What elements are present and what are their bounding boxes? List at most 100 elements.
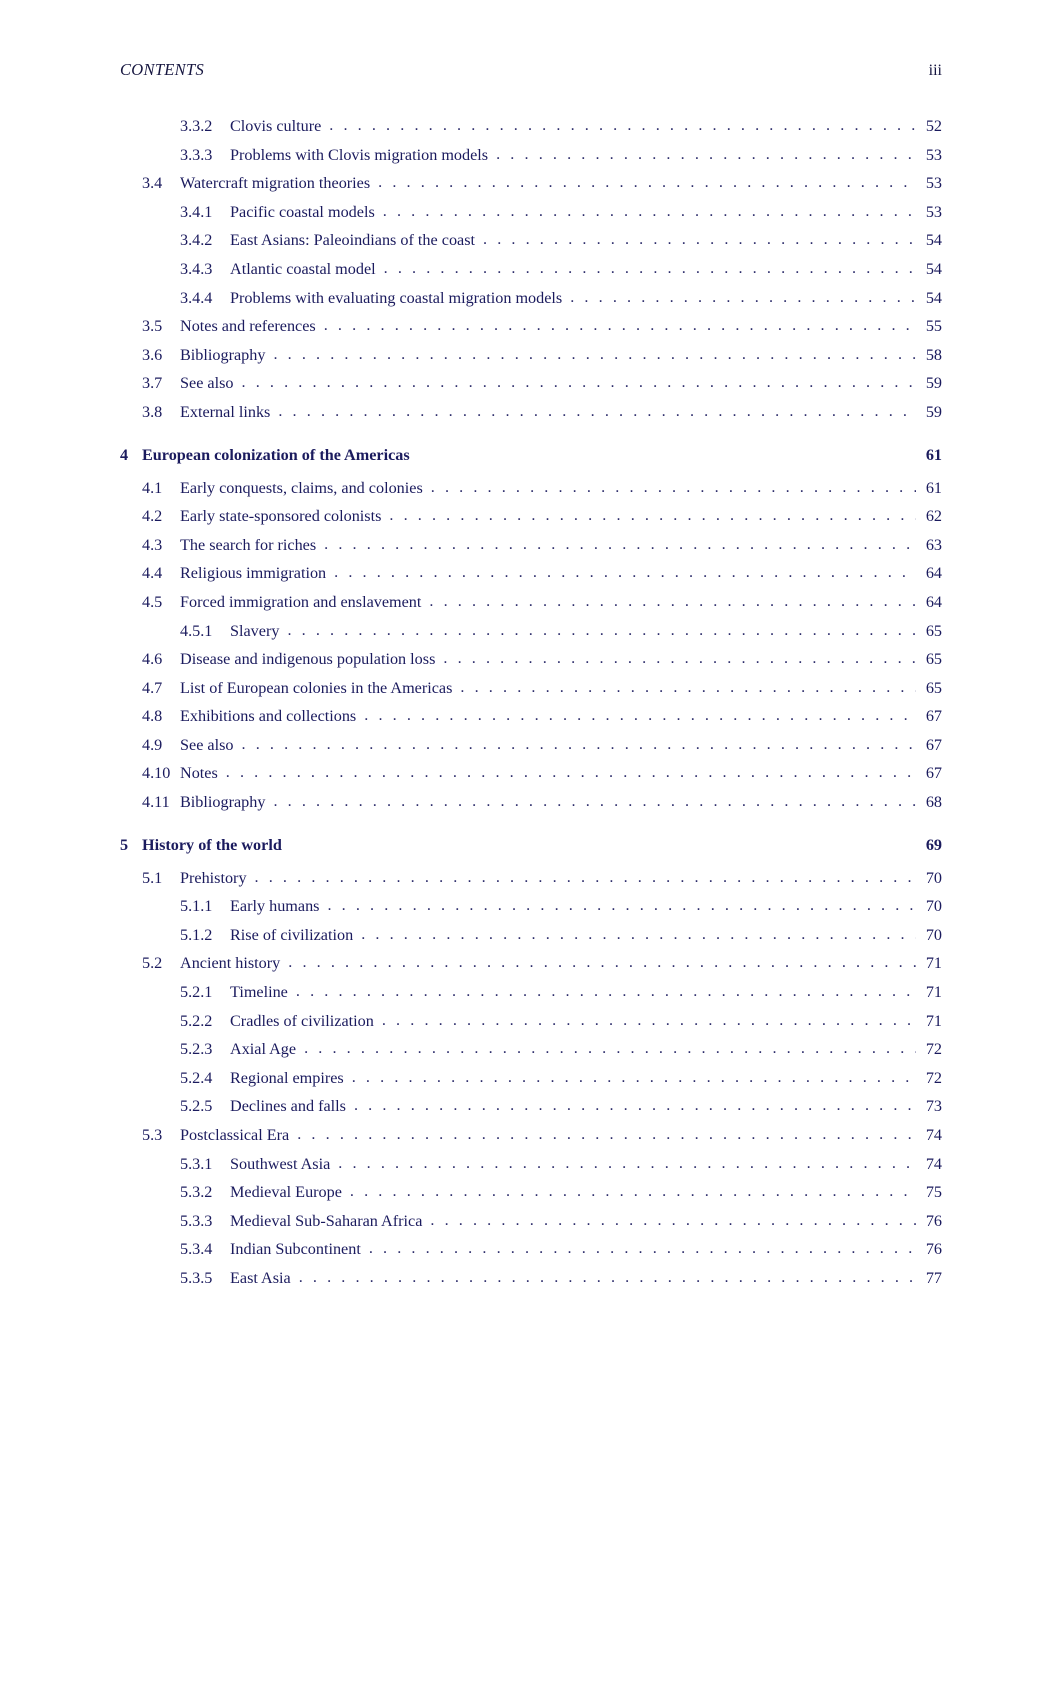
toc-dot-leader: . . . . . . . . . . . . . . . . . . . . … (254, 868, 916, 885)
toc-entry-number: 4.11 (142, 793, 170, 812)
toc-entry[interactable]: 3.4 Watercraft migration theories . . . . … (120, 174, 942, 204)
toc-dot-leader: . . . . . . . . . . . . . . . . . . . . … (382, 202, 916, 219)
toc-entry[interactable]: 3.4.4 Problems with evaluating coastal mi… (120, 288, 942, 319)
toc-entry[interactable]: 4.7 List of European colonies in the Amer… (120, 678, 942, 709)
toc-entry-number: 5.1 (142, 868, 163, 887)
toc-entry-page-number: 54 (925, 231, 942, 250)
toc-entry-page-number: 55 (925, 317, 942, 336)
toc-entry[interactable]: 5.2.4 Regional empires . . . . . . . . . .… (120, 1068, 942, 1099)
toc-entry[interactable]: 4.2 Early state-sponsored colonists . . . … (120, 507, 942, 537)
toc-entry-number: 3.4.3 (180, 259, 213, 278)
toc-entry-title: Religious immigration (180, 564, 327, 583)
toc-entry-title: External links (180, 402, 271, 421)
toc-entry-page-number: 70 (925, 897, 942, 916)
toc-chapter-entry[interactable]: 5 History of the world 69 (120, 836, 942, 868)
toc-entry[interactable]: 4.10 Notes . . . . . . . . . . . . . . . .… (120, 764, 942, 794)
toc-entry-number: 3.4.4 (180, 288, 213, 307)
toc-entry-title: Medieval Sub-Saharan Africa (230, 1211, 423, 1230)
toc-entry[interactable]: 4.9 See also . . . . . . . . . . . . . . .… (120, 735, 942, 766)
toc-entry[interactable]: 5.3.2 Medieval Europe . . . . . . . . . . … (120, 1183, 942, 1213)
toc-dot-leader: . . . . . . . . . . . . . . . . . . . . … (429, 592, 916, 610)
toc-dot-leader: . . . . . . . . . . . . . . . . . . . . … (287, 621, 916, 638)
toc-dot-leader: . . . . . . . . . . . . . . . . . . . . … (241, 735, 917, 753)
toc-entry[interactable]: 3.4.2 East Asians: Paleoindians of the co… (120, 231, 942, 261)
toc-entry[interactable]: 3.5 Notes and references . . . . . . . . .… (120, 317, 942, 347)
toc-entry-title: Watercraft migration theories (180, 174, 371, 193)
toc-dot-leader: . . . . . . . . . . . . . . . . . . . . … (298, 1268, 916, 1286)
toc-entry[interactable]: 5.3.5 East Asia . . . . . . . . . . . . . … (120, 1268, 942, 1299)
toc-entry-title: Timeline (230, 983, 288, 1002)
toc-entry-title: Southwest Asia (230, 1154, 331, 1173)
toc-entry-page-number: 68 (925, 793, 942, 812)
toc-entry-page-number: 54 (925, 259, 942, 278)
toc-entry[interactable]: 5.3.4 Indian Subcontinent . . . . . . . . … (120, 1240, 942, 1270)
toc-dot-leader: . . . . . . . . . . . . . . . . . . . . … (329, 117, 916, 134)
toc-entry-page-number: 53 (925, 145, 942, 164)
toc-entry[interactable]: 5.2.1 Timeline . . . . . . . . . . . . . .… (120, 983, 942, 1013)
toc-entry-title: Notes and references (180, 317, 316, 336)
toc-entry-page-number: 61 (925, 478, 942, 497)
toc-entry[interactable]: 4.5 Forced immigration and enslavement . .… (120, 592, 942, 623)
toc-entry[interactable]: 5.1.2 Rise of civilization . . . . . . . .… (120, 925, 942, 956)
toc-entry-number: 5.1.1 (180, 897, 213, 916)
toc-entry-page-number: 64 (925, 592, 942, 611)
toc-entry-number: 3.4.2 (180, 231, 213, 250)
toc-entry-title: Slavery (230, 621, 280, 640)
toc-chapter-entry[interactable]: 4 European colonization of the Americas 61 (120, 445, 942, 478)
toc-entry-page-number: 76 (925, 1240, 942, 1259)
toc-entry-page-number: 67 (925, 735, 942, 754)
toc-entry[interactable]: 3.4.1 Pacific coastal models . . . . . . .… (120, 202, 942, 233)
toc-dot-leader: . . . . . . . . . . . . . . . . . . . . … (323, 317, 916, 334)
toc-entry-number: 4.7 (142, 678, 163, 697)
toc-dot-leader: . . . . . . . . . . . . . . . . . . . . … (361, 925, 916, 943)
toc-entry[interactable]: 3.8 External links . . . . . . . . . . . .… (120, 402, 942, 433)
toc-entry[interactable]: 3.3.2 Clovis culture . . . . . . . . . . .… (120, 117, 942, 147)
toc-entry[interactable]: 3.7 See also . . . . . . . . . . . . . . .… (120, 374, 942, 404)
toc-entry-title: European colonization of the Americas (142, 445, 410, 464)
toc-entry[interactable]: 4.8 Exhibitions and collections . . . . . … (120, 707, 942, 737)
toc-entry[interactable]: 5.2 Ancient history . . . . . . . . . . . … (120, 954, 942, 984)
toc-entry[interactable]: 5.2.3 Axial Age . . . . . . . . . . . . . … (120, 1040, 942, 1070)
toc-entry[interactable]: 3.4.3 Atlantic coastal model . . . . . . .… (120, 259, 942, 290)
running-header-title: CONTENTS (120, 60, 205, 79)
toc-entry-page-number: 76 (925, 1211, 942, 1230)
toc-entry[interactable]: 5.3.3 Medieval Sub-Saharan Africa . . . . … (120, 1211, 942, 1242)
toc-dot-leader: . . . . . . . . . . . . . . . . . . . . … (460, 678, 916, 695)
toc-entry-number: 3.8 (142, 402, 163, 421)
toc-entry[interactable]: 5.3 Postclassical Era . . . . . . . . . . … (120, 1126, 942, 1156)
toc-entry[interactable]: 5.3.1 Southwest Asia . . . . . . . . . . .… (120, 1154, 942, 1185)
toc-entry[interactable]: 4.1 Early conquests, claims, and colonies… (120, 478, 942, 509)
toc-dot-leader: . . . . . . . . . . . . . . . . . . . . … (389, 507, 916, 524)
toc-entry-page-number: 52 (925, 117, 942, 135)
toc-entry[interactable]: 5.1 Prehistory . . . . . . . . . . . . . .… (120, 868, 942, 899)
toc-entry-page-number: 64 (925, 564, 942, 583)
toc-entry-page-number: 59 (925, 402, 942, 421)
toc-entry-title: Bibliography (180, 345, 266, 364)
toc-entry-title: Atlantic coastal model (230, 259, 376, 278)
toc-entry[interactable]: 5.2.2 Cradles of civilization . . . . . . … (120, 1012, 942, 1042)
toc-entry[interactable]: 3.6 Bibliography . . . . . . . . . . . . .… (120, 345, 942, 376)
toc-entry[interactable]: 5.2.5 Declines and falls . . . . . . . . .… (120, 1097, 942, 1127)
toc-entry-page-number: 70 (925, 925, 942, 944)
toc-entry[interactable]: 4.3 The search for riches . . . . . . . . … (120, 536, 942, 566)
toc-dot-leader: . . . . . . . . . . . . . . . . . . . . … (483, 231, 916, 248)
toc-entry-page-number: 74 (925, 1154, 942, 1173)
toc-entry-page-number: 58 (925, 345, 942, 364)
toc-entry[interactable]: 4.5.1 Slavery . . . . . . . . . . . . . . … (120, 621, 942, 652)
toc-entry[interactable]: 4.11 Bibliography . . . . . . . . . . . . … (120, 793, 942, 823)
toc-entry-title: Regional empires (230, 1068, 344, 1087)
toc-entry-number: 4.9 (142, 735, 163, 754)
toc-entry-title: Postclassical Era (180, 1126, 290, 1144)
toc-entry[interactable]: 5.1.1 Early humans . . . . . . . . . . . .… (120, 897, 942, 927)
toc-entry-number: 5.3.3 (180, 1211, 213, 1230)
toc-entry-page-number: 65 (925, 621, 942, 640)
toc-entry-page-number: 54 (925, 288, 942, 307)
toc-dot-leader: . . . . . . . . . . . . . . . . . . . . … (378, 174, 916, 191)
toc-entry-number: 5.3.2 (180, 1183, 213, 1202)
toc-entry[interactable]: 4.4 Religious immigration . . . . . . . . … (120, 564, 942, 594)
toc-entry-number: 3.4.1 (180, 202, 213, 221)
toc-entry[interactable]: 4.6 Disease and indigenous population los… (120, 650, 942, 680)
toc-entry[interactable]: 3.3.3 Problems with Clovis migration mode… (120, 145, 942, 176)
